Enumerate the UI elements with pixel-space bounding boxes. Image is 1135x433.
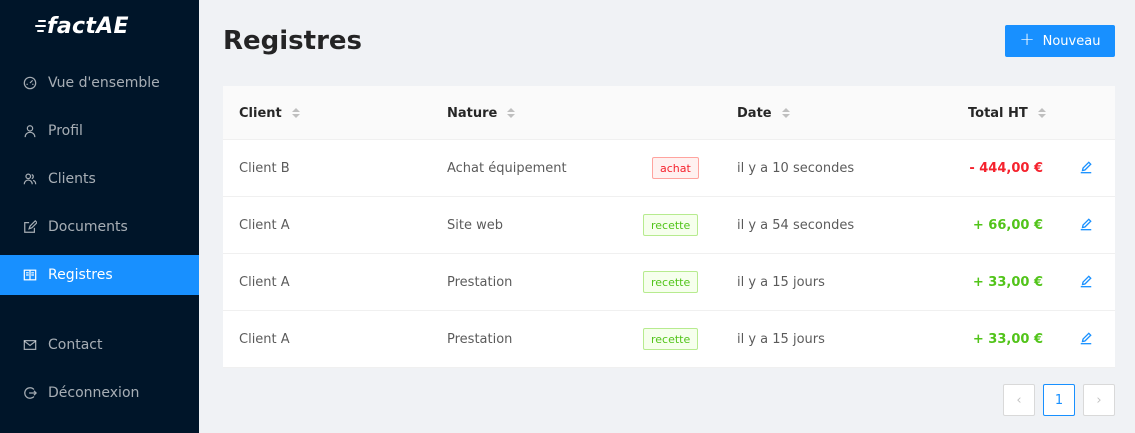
sidebar-item-contact[interactable]: Contact (0, 325, 199, 365)
logo-mark-icon (35, 20, 46, 34)
client-cell: Client A (239, 274, 290, 290)
logout-icon (22, 385, 38, 401)
sidebar: factAE Vue d'ensemble Profil Clients Doc… (0, 0, 199, 433)
sort-icon (291, 108, 300, 118)
table-row[interactable]: Client A Site web recette il y a 54 seco… (223, 197, 1115, 254)
table-row[interactable]: Client B Achat équipement achat il y a 1… (223, 140, 1115, 197)
registres-table: Client Nature Date Total HT Client B Ach… (223, 86, 1115, 368)
edit-icon[interactable] (1079, 160, 1095, 176)
nature-tag: achat (652, 157, 699, 179)
date-cell: il y a 54 secondes (737, 217, 855, 233)
sidebar-item-clients[interactable]: Clients (0, 159, 199, 199)
nature-cell: Site web (447, 217, 503, 233)
nature-tag: recette (643, 214, 699, 236)
new-button-label: Nouveau (1042, 33, 1101, 49)
new-button[interactable]: + Nouveau (1005, 25, 1115, 57)
app-logo[interactable]: factAE (35, 14, 129, 39)
sidebar-item-label: Profil (48, 123, 83, 139)
sort-icon (507, 108, 516, 118)
column-header-date[interactable]: Date (737, 86, 790, 140)
date-cell: il y a 15 jours (737, 331, 825, 347)
page-title: Registres (223, 26, 363, 56)
nature-tag: recette (643, 328, 699, 350)
total-cell: + 66,00 € (972, 217, 1043, 233)
logo-text: factAE (47, 14, 129, 39)
edit-icon[interactable] (1079, 331, 1095, 347)
team-icon (22, 171, 38, 187)
table-row[interactable]: Client A Prestation recette il y a 15 jo… (223, 311, 1115, 368)
nature-cell: Prestation (447, 331, 513, 347)
dashboard-icon (22, 75, 38, 91)
sidebar-item-documents[interactable]: Documents (0, 207, 199, 247)
client-cell: Client B (239, 160, 290, 176)
nature-cell: Achat équipement (447, 160, 567, 176)
edit-icon[interactable] (1079, 274, 1095, 290)
pagination-next-button[interactable]: › (1083, 384, 1115, 416)
edit-icon[interactable] (1079, 217, 1095, 233)
user-icon (22, 123, 38, 139)
nature-tag: recette (643, 271, 699, 293)
sidebar-item-registres[interactable]: Registres (0, 255, 199, 295)
book-icon (22, 267, 38, 283)
column-title: Client (239, 105, 282, 121)
date-cell: il y a 15 jours (737, 274, 825, 290)
sidebar-item-label: Documents (48, 219, 128, 235)
column-title: Nature (447, 105, 498, 121)
mail-icon (22, 337, 38, 353)
total-cell: - 444,00 € (969, 160, 1043, 176)
plus-icon: + (1019, 29, 1035, 50)
sidebar-item-label: Registres (48, 267, 113, 283)
column-header-client[interactable]: Client (239, 86, 300, 140)
sidebar-item-deconnexion[interactable]: Déconnexion (0, 373, 199, 413)
column-title: Total HT (968, 105, 1028, 121)
sidebar-item-vue-ensemble[interactable]: Vue d'ensemble (0, 63, 199, 103)
sort-icon (781, 108, 790, 118)
total-cell: + 33,00 € (972, 274, 1043, 290)
sidebar-item-profil[interactable]: Profil (0, 111, 199, 151)
pagination-page-1[interactable]: 1 (1043, 384, 1075, 416)
form-icon (22, 219, 38, 235)
sort-icon (1037, 108, 1046, 118)
client-cell: Client A (239, 217, 290, 233)
column-header-nature[interactable]: Nature (447, 86, 516, 140)
nature-cell: Prestation (447, 274, 513, 290)
sidebar-item-label: Déconnexion (48, 385, 140, 401)
sidebar-item-label: Vue d'ensemble (48, 75, 160, 91)
client-cell: Client A (239, 331, 290, 347)
column-title: Date (737, 105, 772, 121)
date-cell: il y a 10 secondes (737, 160, 855, 176)
sidebar-item-label: Clients (48, 171, 96, 187)
table-header: Client Nature Date Total HT (223, 86, 1115, 140)
sidebar-item-label: Contact (48, 337, 103, 353)
total-cell: + 33,00 € (972, 331, 1043, 347)
pagination-prev-button[interactable]: ‹ (1003, 384, 1035, 416)
table-row[interactable]: Client A Prestation recette il y a 15 jo… (223, 254, 1115, 311)
column-header-total-ht[interactable]: Total HT (968, 86, 1046, 140)
